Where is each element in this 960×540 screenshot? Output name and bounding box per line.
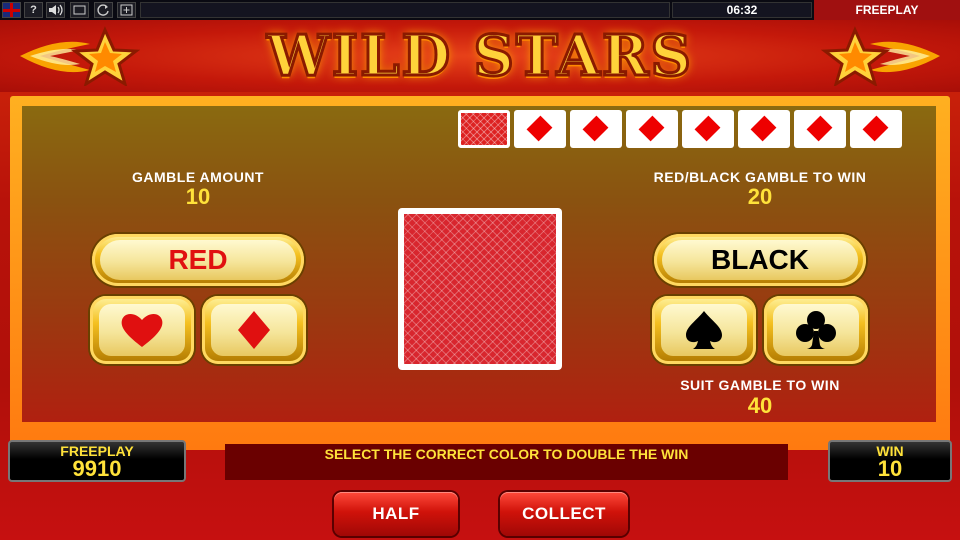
heart-icon — [121, 313, 163, 347]
system-bar: ? 06:32 FREEPLAY — [0, 0, 960, 20]
gamble-amount-value: 10 — [185, 184, 211, 209]
screen-icon[interactable] — [70, 2, 89, 18]
half-button[interactable]: HALF — [334, 492, 458, 536]
red-label: RED — [100, 240, 296, 280]
black-label: BLACK — [662, 240, 858, 280]
fullscreen-icon[interactable] — [117, 2, 136, 18]
hearts-button-face — [99, 304, 185, 356]
card-back-pattern — [404, 214, 556, 364]
diamond-icon — [750, 115, 777, 142]
diamonds-button[interactable] — [202, 296, 306, 364]
history-card-diamond — [626, 110, 678, 148]
mode-label: FREEPLAY — [814, 0, 960, 20]
hearts-button[interactable] — [90, 296, 194, 364]
win-box: WIN 10 — [828, 440, 952, 482]
history-card-diamond — [514, 110, 566, 148]
language-flag-icon[interactable] — [2, 2, 21, 18]
color-gamble-win-label: RED/BLACK GAMBLE TO WIN — [653, 169, 867, 185]
history-card-diamond — [570, 110, 622, 148]
help-button[interactable]: ? — [24, 2, 43, 18]
diamond-icon — [526, 115, 553, 142]
diamond-icon — [806, 115, 833, 142]
suit-gamble-win-value: 40 — [747, 393, 773, 418]
gamble-amount-label: GAMBLE AMOUNT — [132, 169, 264, 185]
sound-icon[interactable] — [46, 2, 65, 18]
game-title: WILD STARS — [266, 23, 693, 90]
clubs-button[interactable] — [764, 296, 868, 364]
history-card-diamond — [850, 110, 902, 148]
title-band: WILD STARS — [0, 20, 960, 92]
diamonds-button-face — [211, 304, 297, 356]
collect-button[interactable]: COLLECT — [500, 492, 628, 536]
spades-button-face — [661, 304, 747, 356]
diamond-icon — [238, 311, 270, 349]
club-icon — [796, 311, 836, 349]
star-flame-right-icon — [820, 26, 940, 86]
diamond-icon — [582, 115, 609, 142]
instruction-message: SELECT THE CORRECT COLOR TO DOUBLE THE W… — [225, 444, 788, 480]
spade-icon — [686, 311, 722, 349]
history-card-diamond — [738, 110, 790, 148]
clubs-button-face — [773, 304, 859, 356]
gamble-card — [398, 208, 562, 370]
win-value: 10 — [877, 456, 903, 481]
diamond-icon — [694, 115, 721, 142]
history-card-back — [458, 110, 510, 148]
status-strip — [140, 2, 670, 18]
history-card-diamond — [682, 110, 734, 148]
clock: 06:32 — [672, 2, 812, 18]
freeplay-balance-box: FREEPLAY 9910 — [8, 440, 186, 482]
color-gamble-win-value: 20 — [747, 184, 773, 209]
red-button[interactable]: RED — [92, 234, 304, 286]
card-history — [458, 110, 902, 148]
suit-gamble-win-label: SUIT GAMBLE TO WIN — [680, 377, 840, 393]
refresh-icon[interactable] — [94, 2, 113, 18]
diamond-icon — [638, 115, 665, 142]
spades-button[interactable] — [652, 296, 756, 364]
history-card-diamond — [794, 110, 846, 148]
diamond-icon — [862, 115, 889, 142]
balance-value: 9910 — [72, 456, 122, 481]
black-button[interactable]: BLACK — [654, 234, 866, 286]
